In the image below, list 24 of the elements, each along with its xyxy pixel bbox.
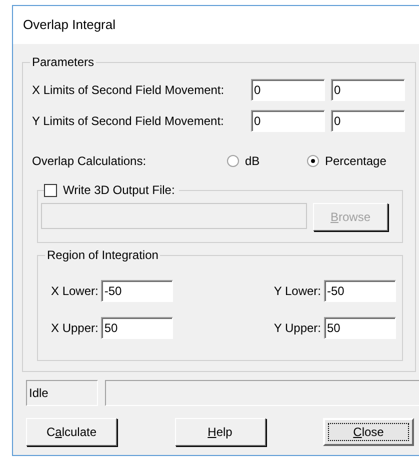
input-field[interactable]: 0 [331, 79, 405, 101]
input-field[interactable]: -50 [101, 280, 174, 302]
button[interactable]: Help [174, 418, 266, 446]
field-label: Y Upper: [274, 320, 321, 337]
input-field[interactable]: 0 [331, 110, 405, 132]
button[interactable]: Close [323, 418, 414, 446]
field-label: X Lower: [51, 283, 98, 300]
field-label: X Limits of Second Field Movement: [32, 82, 226, 99]
field-label: X Upper: [51, 320, 98, 337]
input-field[interactable]: 0 [251, 79, 325, 101]
window-title: Overlap Integral [23, 16, 116, 34]
group-title: Region of Integration [45, 247, 160, 263]
checkbox-label: Write 3D Output File: [57, 182, 179, 198]
input-field[interactable]: 50 [324, 317, 396, 339]
input-field[interactable]: 0 [251, 110, 325, 132]
input-field[interactable]: 50 [101, 317, 174, 339]
radio-option[interactable]: dB [227, 152, 307, 170]
field-label: Y Limits of Second Field Movement: [32, 113, 225, 130]
field-label: Overlap Calculations: [32, 153, 148, 170]
status-field: Idle [26, 380, 98, 406]
field-label: Y Lower: [274, 283, 321, 300]
input-field[interactable]: -50 [324, 280, 396, 302]
radio-option[interactable]: Percentage [307, 152, 386, 170]
button[interactable]: Calculate [26, 418, 117, 446]
